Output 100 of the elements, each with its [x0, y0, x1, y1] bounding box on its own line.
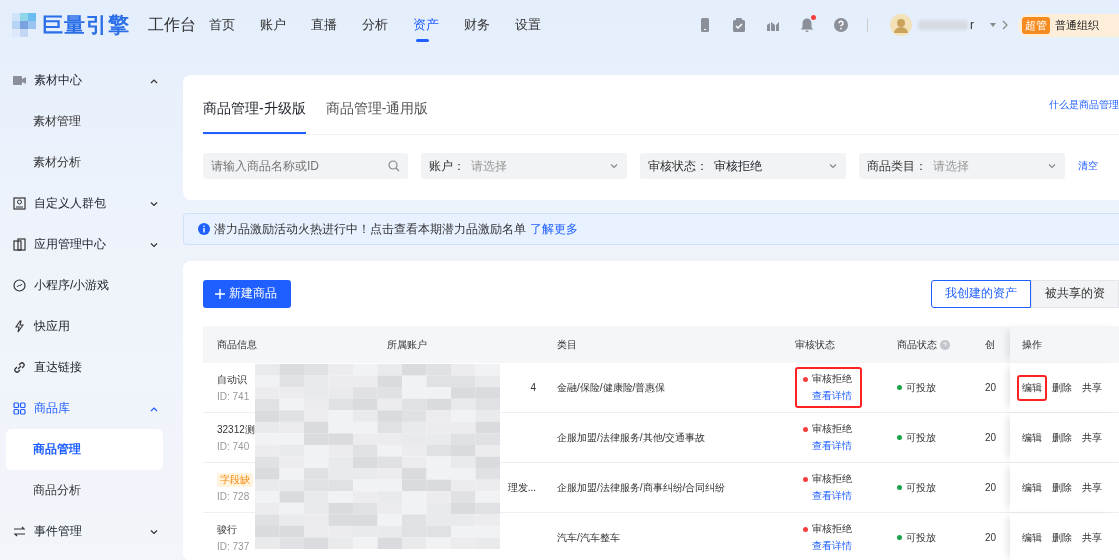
portrait-icon: [13, 197, 26, 210]
role-tag: 超管: [1022, 16, 1050, 34]
segment-tab[interactable]: 被共享的资: [1031, 279, 1119, 308]
nav-tab[interactable]: 首页: [209, 2, 260, 48]
table-cell: 20: [985, 432, 997, 443]
product-status: 可投放: [906, 430, 936, 445]
create-button[interactable]: 新建商品: [203, 279, 291, 308]
nav-tab[interactable]: 设置: [515, 2, 566, 48]
filter-dropdown[interactable]: 审核状态： 审核拒绝: [640, 153, 846, 179]
learn-more-link[interactable]: 了解更多: [530, 220, 578, 238]
help-icon: [833, 17, 849, 33]
tab[interactable]: 商品管理-升级版: [203, 100, 306, 134]
column-header: 商品状态: [897, 337, 937, 352]
action-link[interactable]: 删除: [1047, 474, 1077, 501]
table-cell: 20: [985, 482, 997, 493]
link-icon: [13, 361, 26, 374]
warning-tag: 字段缺: [217, 473, 253, 487]
org-switcher[interactable]: 超管 普通组织: [1018, 13, 1119, 37]
mini-program-icon: [13, 279, 26, 292]
table-cell: 4: [530, 382, 536, 393]
help-link[interactable]: 什么是商品管理: [1049, 97, 1119, 112]
blurred-name: [918, 20, 968, 30]
tab[interactable]: 商品管理-通用版: [325, 100, 429, 134]
sidebar-item[interactable]: 素材中心: [0, 60, 183, 101]
product-status: 可投放: [906, 480, 936, 495]
action-link[interactable]: 共享: [1077, 524, 1107, 551]
product-id: ID: 737: [217, 541, 250, 552]
review-status: 审核拒绝: [812, 472, 852, 486]
sidebar-item[interactable]: 应用管理中心: [0, 224, 183, 265]
product-id: ID: 728: [217, 491, 250, 502]
table-cell: 企服加盟/法律服务/商事纠纷/合同纠纷: [557, 480, 726, 495]
action-link[interactable]: 共享: [1077, 474, 1107, 501]
chevron-down-icon: [1047, 161, 1057, 171]
sidebar-item[interactable]: 小程序/小游戏: [0, 265, 183, 306]
filter-dropdown[interactable]: 账户： 请选择: [421, 153, 627, 179]
action-link[interactable]: 删除: [1047, 524, 1077, 551]
column-header: 操作: [1022, 337, 1042, 352]
product-id: ID: 740: [217, 441, 250, 452]
nav-tab[interactable]: 账户: [260, 2, 311, 48]
product-name: 32312测: [217, 423, 255, 437]
sidebar-subitem[interactable]: 商品分析: [6, 470, 163, 511]
review-status: 审核拒绝: [812, 422, 852, 436]
table-cell: 20: [985, 532, 997, 543]
sidebar-item[interactable]: 事件管理: [0, 511, 183, 552]
nav-tab[interactable]: 直播: [311, 2, 362, 48]
action-link[interactable]: 删除: [1047, 424, 1077, 451]
column-header: 类目: [557, 337, 577, 352]
nav-tab[interactable]: 分析: [362, 2, 413, 48]
sidebar-subitem[interactable]: 素材分析: [6, 142, 163, 183]
sidebar-item[interactable]: 直达链接: [0, 347, 183, 388]
action-link[interactable]: 删除: [1047, 374, 1077, 401]
table-cell: 20: [985, 382, 997, 393]
action-link[interactable]: 共享: [1077, 374, 1107, 401]
action-link[interactable]: 编辑: [1017, 474, 1047, 501]
table-cell: 金融/保险/健康险/普惠保: [557, 380, 666, 395]
action-link[interactable]: 编辑: [1017, 374, 1047, 401]
org-name: 普通组织: [1055, 17, 1099, 33]
table-cell: 企服加盟/法律服务/其他/交通事故: [557, 430, 706, 445]
product-name: 自动识: [217, 373, 247, 387]
nav-tab[interactable]: 资产: [413, 2, 464, 48]
filter-dropdown[interactable]: 商品类目： 请选择: [859, 153, 1065, 179]
search-icon: [388, 160, 400, 172]
action-link[interactable]: 编辑: [1017, 424, 1047, 451]
search-field[interactable]: 请输入商品名称或ID: [203, 153, 408, 179]
grid-icon: [13, 402, 26, 415]
lightning-icon: [13, 320, 26, 333]
product-id: ID: 741: [217, 391, 250, 402]
review-status: 审核拒绝: [812, 522, 852, 536]
product-status: 可投放: [906, 380, 936, 395]
details-link[interactable]: 查看详情: [812, 539, 852, 553]
action-link[interactable]: 共享: [1077, 424, 1107, 451]
brand-name: 巨量引擎: [42, 12, 130, 38]
logo-icon: [10, 11, 38, 39]
sidebar-subitem[interactable]: 商品管理: [6, 429, 163, 470]
plus-icon: [215, 288, 225, 299]
video-icon: [13, 74, 26, 87]
chevron-down-icon: [609, 161, 619, 171]
action-link[interactable]: 编辑: [1017, 524, 1047, 551]
product-status: 可投放: [906, 530, 936, 545]
product-name: 骏行: [217, 523, 237, 537]
clear-link[interactable]: 清空: [1078, 159, 1098, 173]
sidebar-item[interactable]: 自定义人群包: [0, 183, 183, 224]
sidebar-subitem[interactable]: 素材管理: [6, 101, 163, 142]
notice-text: 潜力品激励活动火热进行中！点击查看本期潜力品激励名单: [214, 220, 526, 238]
details-link[interactable]: 查看详情: [812, 389, 852, 403]
sidebar-item[interactable]: 商品库: [0, 388, 183, 429]
table-cell: 理发...: [507, 480, 536, 495]
chevron-down-icon: [828, 161, 838, 171]
column-header: 创: [985, 337, 995, 352]
details-link[interactable]: 查看详情: [812, 439, 852, 453]
app-title: 工作台: [148, 14, 196, 35]
segment-tab[interactable]: 我创建的资产: [931, 279, 1031, 308]
nav-tab[interactable]: 财务: [464, 2, 515, 48]
column-header: 审核状态: [795, 337, 835, 352]
clipboard-check-icon: [731, 17, 747, 33]
column-header: 商品信息: [217, 337, 257, 352]
sidebar-item[interactable]: 快应用: [0, 306, 183, 347]
app-icon: [13, 238, 26, 251]
details-link[interactable]: 查看详情: [812, 489, 852, 503]
table-cell: 汽车/汽车整车: [557, 530, 620, 545]
